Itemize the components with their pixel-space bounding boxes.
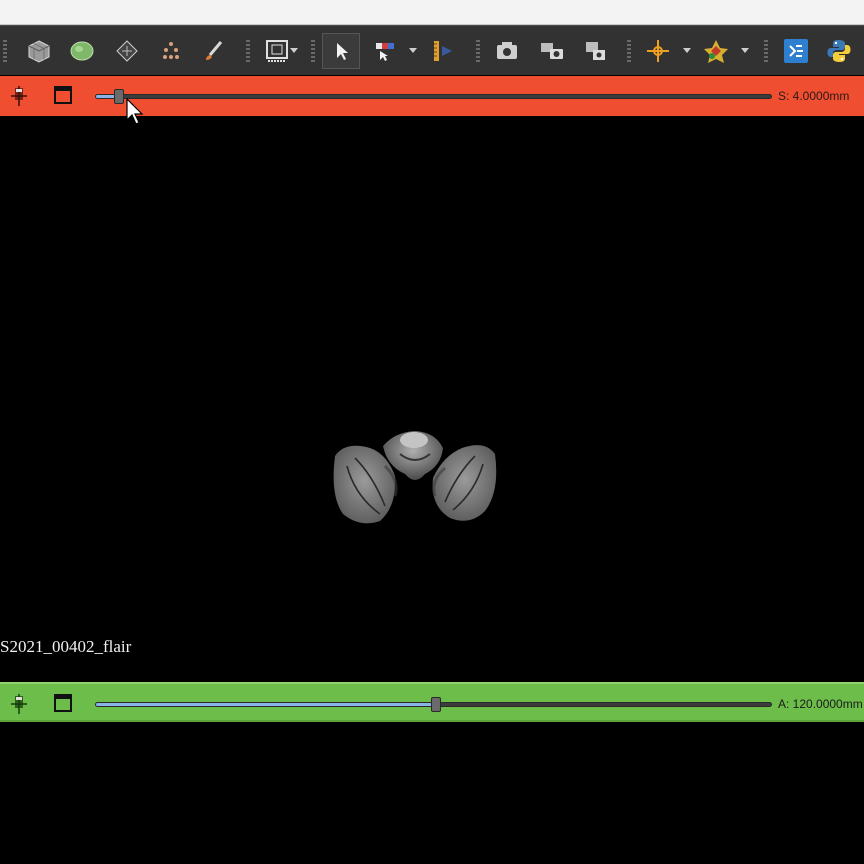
chevron-down-icon[interactable] — [683, 48, 691, 53]
mouse-cursor-icon — [126, 98, 144, 125]
pin-icon[interactable] — [8, 85, 30, 107]
layout-icon[interactable] — [262, 36, 292, 66]
slice-view[interactable]: S2021_00402_flair — [0, 116, 864, 682]
window-maximize-icon[interactable] — [54, 86, 72, 104]
slider-handle[interactable] — [114, 89, 124, 104]
crosshair-icon[interactable] — [643, 36, 673, 66]
window-maximize-icon[interactable] — [54, 694, 72, 712]
slice-offset-slider[interactable] — [95, 697, 772, 712]
python-icon[interactable] — [824, 36, 854, 66]
green-slice-controller: A: 120.0000mm — [0, 682, 864, 722]
slice-offset-slider[interactable] — [95, 89, 772, 104]
toolbar-grip[interactable] — [311, 40, 315, 62]
slider-fill — [96, 703, 436, 706]
brain-slice-image — [333, 431, 497, 524]
segmentation-icon[interactable] — [67, 36, 97, 66]
brush-icon[interactable] — [199, 36, 229, 66]
pin-icon[interactable] — [8, 693, 30, 715]
volume-name-label: S2021_00402_flair — [0, 637, 132, 656]
toolbar-grip[interactable] — [627, 40, 631, 62]
markups-icon[interactable] — [156, 36, 186, 66]
scene-view-icon[interactable] — [581, 36, 611, 66]
toolbar-grip[interactable] — [476, 40, 480, 62]
chevron-down-icon[interactable] — [290, 48, 298, 53]
toolbar-grip[interactable] — [246, 40, 250, 62]
slice-offset-value: S: 4.0000mm — [778, 89, 850, 103]
models-icon[interactable] — [112, 36, 142, 66]
capture-icon[interactable] — [537, 36, 567, 66]
slice-offset-value: A: 120.0000mm — [778, 697, 863, 711]
window-level-icon[interactable] — [370, 36, 400, 66]
transform-icon[interactable] — [701, 36, 731, 66]
chevron-down-icon[interactable] — [741, 48, 749, 53]
toolbar-grip[interactable] — [3, 40, 7, 62]
ruler-icon[interactable] — [428, 36, 458, 66]
title-strip — [0, 0, 864, 25]
volume-cube-icon[interactable] — [24, 36, 54, 66]
extension-icon[interactable] — [781, 36, 811, 66]
screenshot-icon[interactable] — [492, 36, 522, 66]
slider-handle[interactable] — [431, 697, 441, 712]
main-toolbar — [0, 25, 864, 75]
toolbar-grip[interactable] — [764, 40, 768, 62]
chevron-down-icon[interactable] — [409, 48, 417, 53]
arrow-pointer-icon[interactable] — [322, 33, 360, 69]
